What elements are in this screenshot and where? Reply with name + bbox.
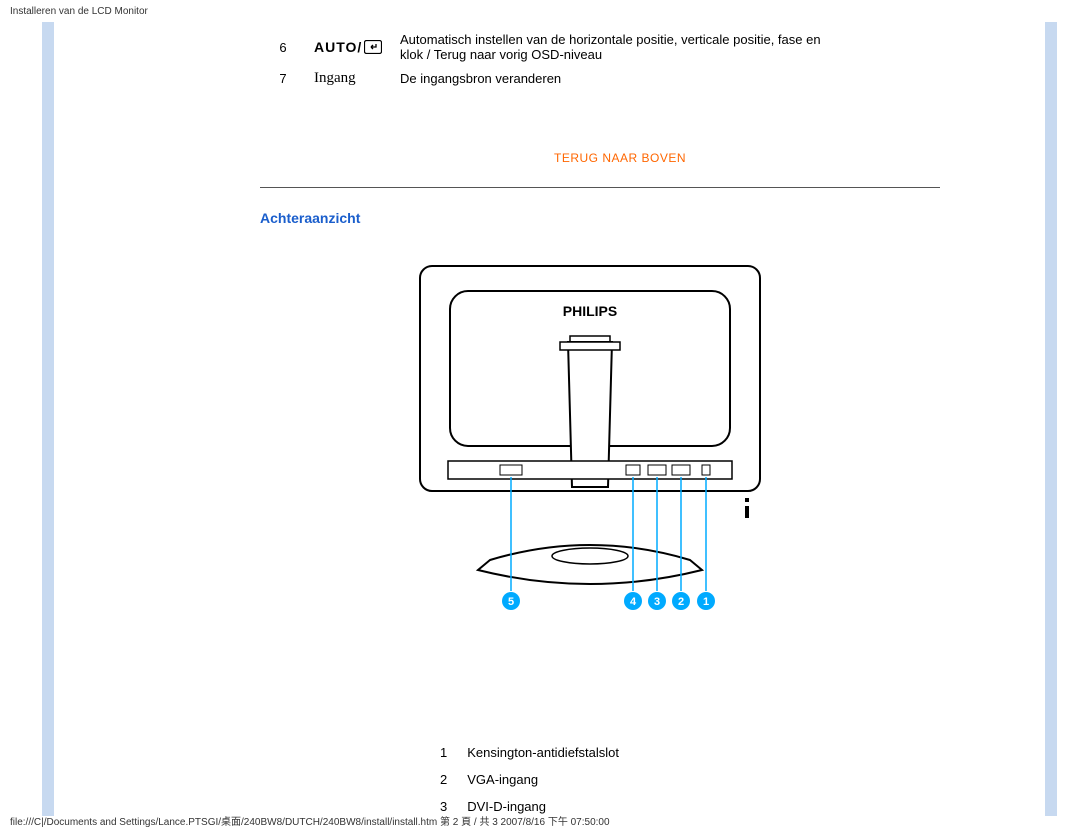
auto-return-icon: AUTO/ — [314, 39, 382, 55]
left-sidebar-stripe — [42, 22, 54, 816]
rear1-number: 1 — [430, 739, 457, 766]
front-controls-table: 6 AUTO/ Automatisch instellen van de hor… — [260, 28, 838, 91]
rear-view-heading: Achteraanzicht — [260, 210, 980, 226]
callout-3: 3 — [654, 596, 660, 608]
rear2-desc: VGA-ingang — [457, 766, 629, 793]
return-arrow-icon — [364, 40, 382, 54]
row6-number: 6 — [260, 28, 306, 66]
brand-text: PHILIPS — [563, 303, 617, 319]
section-divider — [260, 187, 940, 188]
monitor-rear-svg: PHILIPS 5 — [390, 256, 810, 626]
row6-description: Automatisch instellen van de horizontale… — [392, 28, 838, 66]
callout-5: 5 — [508, 596, 514, 608]
row7-description: De ingangsbron veranderen — [392, 66, 838, 91]
page-header-text: Installeren van de LCD Monitor — [10, 6, 148, 17]
main-content: 6 AUTO/ Automatisch instellen van de hor… — [260, 28, 980, 820]
table-row: 7 Ingang De ingangsbron veranderen — [260, 66, 838, 91]
auto-text: AUTO/ — [314, 39, 362, 55]
right-sidebar-stripe — [1045, 22, 1057, 816]
rear-ports-table: 1 Kensington-antidiefstalslot 2 VGA-inga… — [430, 739, 629, 820]
rear-view-diagram: PHILIPS 5 — [260, 256, 940, 629]
callout-4: 4 — [630, 596, 637, 608]
row7-number: 7 — [260, 66, 306, 91]
callout-1: 1 — [703, 596, 709, 608]
back-to-top-container: TERUG NAAR BOVEN — [260, 151, 980, 165]
rear1-desc: Kensington-antidiefstalslot — [457, 739, 629, 766]
row7-icon-cell: Ingang — [306, 66, 392, 91]
back-to-top-link[interactable]: TERUG NAAR BOVEN — [554, 151, 686, 165]
table-row: 2 VGA-ingang — [430, 766, 629, 793]
ingang-label: Ingang — [314, 70, 356, 86]
table-row: 6 AUTO/ Automatisch instellen van de hor… — [260, 28, 838, 66]
row6-icon-cell: AUTO/ — [306, 28, 392, 66]
rear2-number: 2 — [430, 766, 457, 793]
callout-2: 2 — [678, 596, 684, 608]
page-footer-text: file:///C|/Documents and Settings/Lance.… — [10, 813, 610, 828]
table-row: 1 Kensington-antidiefstalslot — [430, 739, 629, 766]
